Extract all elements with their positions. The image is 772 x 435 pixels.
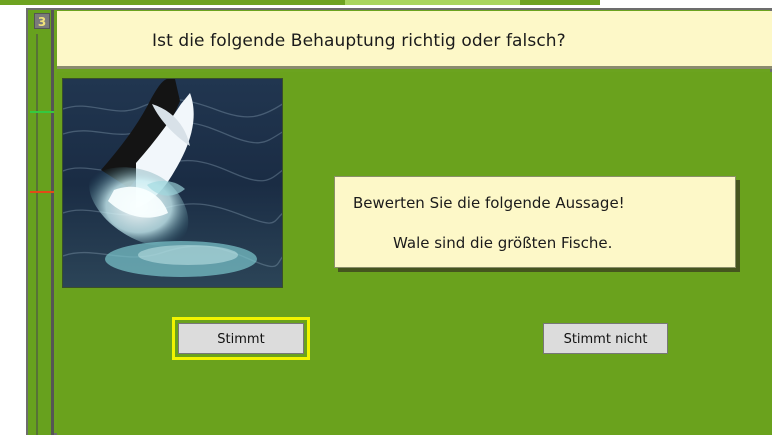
true-answer-button[interactable]: Stimmt xyxy=(178,323,304,354)
question-header: Ist die folgende Behauptung richtig oder… xyxy=(57,11,772,69)
whale-illustration xyxy=(63,79,282,287)
statement-card: Bewerten Sie die folgende Aussage! Wale … xyxy=(334,176,736,268)
progress-marker-correct xyxy=(30,111,54,113)
progress-marker-current xyxy=(30,191,54,193)
question-title: Ist die folgende Behauptung richtig oder… xyxy=(152,31,566,51)
whale-image xyxy=(62,78,283,288)
progress-sidebar xyxy=(28,10,54,435)
question-number-badge: 3 xyxy=(34,13,50,29)
statement-prompt: Bewerten Sie die folgende Aussage! xyxy=(353,194,625,212)
progress-track xyxy=(36,34,38,435)
top-progress-highlight xyxy=(345,0,520,5)
false-answer-button[interactable]: Stimmt nicht xyxy=(543,323,668,354)
statement-text: Wale sind die größten Fische. xyxy=(393,234,613,252)
